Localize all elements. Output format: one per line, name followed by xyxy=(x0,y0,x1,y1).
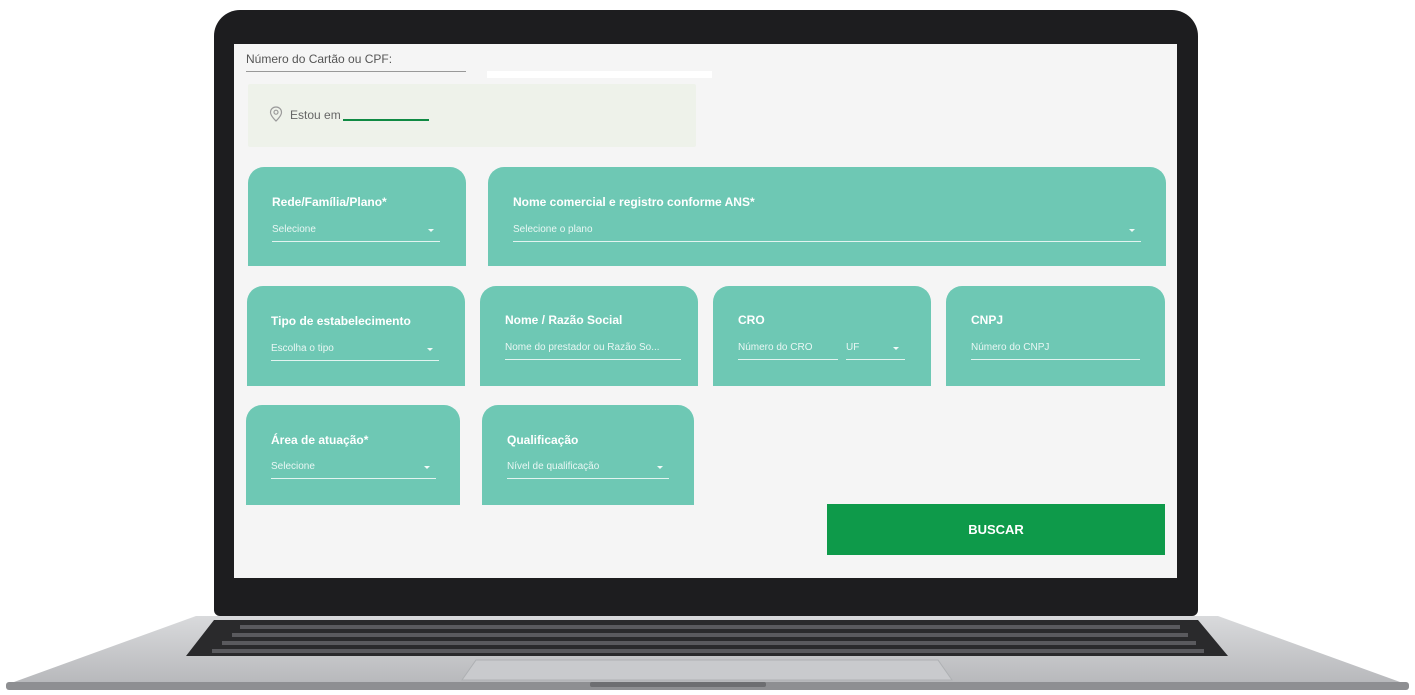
chevron-down-icon xyxy=(893,347,899,350)
chevron-down-icon xyxy=(424,466,430,469)
cro-title: CRO xyxy=(738,313,765,327)
chevron-down-icon xyxy=(1129,229,1135,232)
rede-select[interactable]: Selecione xyxy=(272,224,440,242)
uf-placeholder: UF xyxy=(846,342,860,353)
location-label: Estou em xyxy=(290,108,341,122)
tipo-select[interactable]: Escolha o tipo xyxy=(271,343,439,361)
rede-placeholder: Selecione xyxy=(272,224,316,235)
chevron-down-icon xyxy=(657,466,663,469)
cnpj-title: CNPJ xyxy=(971,313,1004,327)
razao-title: Nome / Razão Social xyxy=(505,313,623,327)
area-title: Área de atuação* xyxy=(271,433,369,447)
qualificacao-placeholder: Nível de qualificação xyxy=(507,461,600,472)
panel-area: Área de atuação* Selecione xyxy=(246,405,460,505)
qualificacao-title: Qualificação xyxy=(507,433,579,447)
panel-rede: Rede/Família/Plano* Selecione xyxy=(248,167,466,266)
cnpj-placeholder: Número do CNPJ xyxy=(971,342,1050,353)
card-number-input[interactable] xyxy=(246,71,466,72)
razao-placeholder: Nome do prestador ou Razão So... xyxy=(505,342,660,353)
area-select[interactable]: Selecione xyxy=(271,461,436,479)
tipo-placeholder: Escolha o tipo xyxy=(271,343,334,354)
panel-cnpj: CNPJ Número do CNPJ xyxy=(946,286,1165,386)
area-placeholder: Selecione xyxy=(271,461,315,472)
cnpj-input[interactable]: Número do CNPJ xyxy=(971,342,1140,360)
laptop-mockup: Número do Cartão ou CPF: Estou em Rede/F… xyxy=(0,0,1415,695)
map-pin-icon xyxy=(269,106,283,122)
cro-input[interactable]: Número do CRO xyxy=(738,342,838,360)
panel-razao-social: Nome / Razão Social Nome do prestador ou… xyxy=(480,286,698,386)
rede-title: Rede/Família/Plano* xyxy=(272,195,387,209)
search-button[interactable]: BUSCAR xyxy=(827,504,1165,555)
keyboard-illustration xyxy=(6,616,1409,690)
panel-cro: CRO Número do CRO UF xyxy=(713,286,931,386)
panel-qualificacao: Qualificação Nível de qualificação xyxy=(482,405,694,505)
search-bar-background xyxy=(487,71,712,78)
chevron-down-icon xyxy=(427,348,433,351)
uf-select[interactable]: UF xyxy=(846,342,905,360)
nome-comercial-title: Nome comercial e registro conforme ANS* xyxy=(513,195,755,209)
chevron-down-icon xyxy=(428,229,434,232)
panel-nome-comercial: Nome comercial e registro conforme ANS* … xyxy=(488,167,1166,266)
location-input[interactable] xyxy=(343,119,429,121)
plano-select[interactable]: Selecione o plano xyxy=(513,224,1141,242)
qualificacao-select[interactable]: Nível de qualificação xyxy=(507,461,669,479)
card-number-label: Número do Cartão ou CPF: xyxy=(246,52,393,66)
laptop-keyboard-deck xyxy=(0,612,1415,695)
cro-placeholder: Número do CRO xyxy=(738,342,813,353)
panel-tipo: Tipo de estabelecimento Escolha o tipo xyxy=(247,286,465,386)
razao-input[interactable]: Nome do prestador ou Razão So... xyxy=(505,342,681,360)
plano-placeholder: Selecione o plano xyxy=(513,224,593,235)
tipo-title: Tipo de estabelecimento xyxy=(271,314,411,328)
